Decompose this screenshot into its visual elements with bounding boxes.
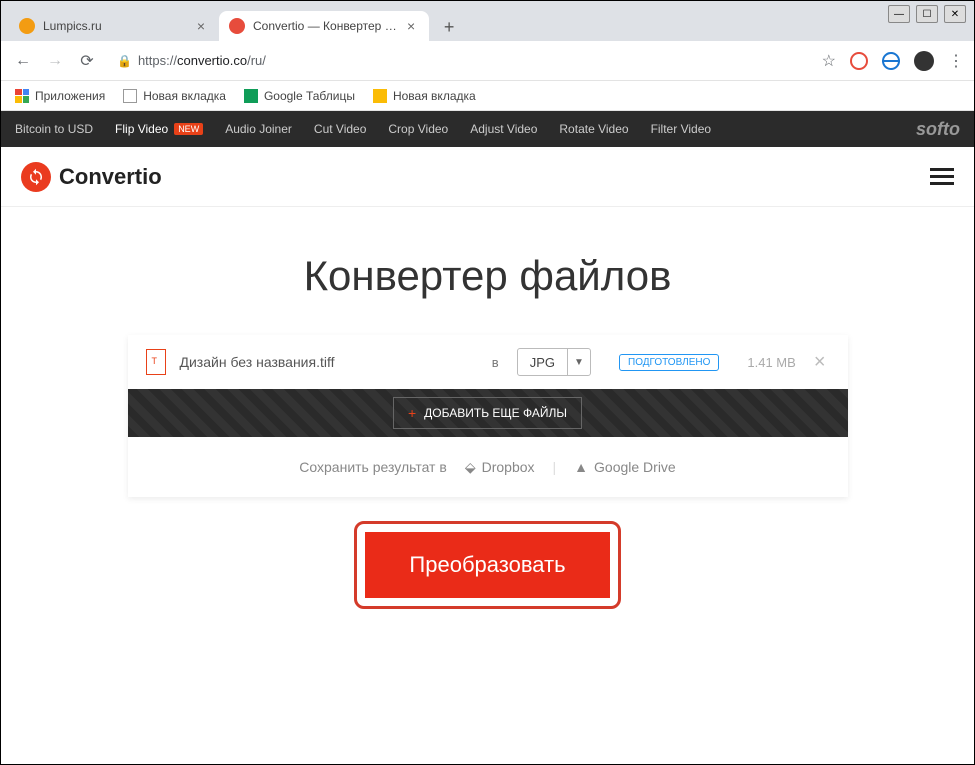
add-files-label: ДОБАВИТЬ ЕЩЕ ФАЙЛЫ bbox=[424, 406, 567, 420]
tiff-file-icon bbox=[146, 349, 166, 375]
dropbox-icon: ⬙ bbox=[465, 459, 476, 476]
dropbox-link[interactable]: ⬙ Dropbox bbox=[465, 459, 535, 476]
browser-tab-convertio[interactable]: Convertio — Конвертер файлов × bbox=[219, 11, 429, 41]
save-row: Сохранить результат в ⬙ Dropbox | ▲ Goog… bbox=[128, 437, 848, 497]
dropbox-label: Dropbox bbox=[482, 459, 535, 475]
url-protocol: https:// bbox=[138, 53, 177, 68]
addressbar-actions: ☆ ⋮ bbox=[822, 51, 964, 71]
close-icon[interactable]: × bbox=[193, 18, 209, 34]
gdrive-link[interactable]: ▲ Google Drive bbox=[574, 459, 676, 475]
url-path: /ru/ bbox=[247, 53, 266, 68]
apps-grid-icon bbox=[15, 89, 29, 103]
bookmark-item[interactable]: Новая вкладка bbox=[123, 89, 226, 103]
back-button[interactable]: ← bbox=[11, 49, 35, 73]
apps-label: Приложения bbox=[35, 89, 105, 103]
apps-button[interactable]: Приложения bbox=[15, 89, 105, 103]
favicon-icon bbox=[229, 18, 245, 34]
file-name: Дизайн без названия.tiff bbox=[180, 354, 478, 370]
close-icon[interactable]: × bbox=[403, 18, 419, 34]
utility-bar: Bitcoin to USD Flip Video NEW Audio Join… bbox=[1, 111, 974, 147]
add-more-row: + ДОБАВИТЬ ЕЩЕ ФАЙЛЫ bbox=[128, 389, 848, 437]
status-badge[interactable]: ПОДГОТОВЛЕНО bbox=[619, 354, 719, 371]
new-tab-button[interactable]: + bbox=[435, 13, 463, 41]
chevron-down-icon[interactable]: ▼ bbox=[568, 349, 590, 375]
menu-icon[interactable]: ⋮ bbox=[948, 51, 964, 71]
site-header: Convertio bbox=[1, 147, 974, 207]
logo-text: Convertio bbox=[59, 164, 162, 190]
new-badge: NEW bbox=[174, 123, 203, 135]
logo[interactable]: Convertio bbox=[21, 162, 162, 192]
gdrive-icon: ▲ bbox=[574, 459, 588, 475]
softo-logo: softo bbox=[916, 119, 960, 140]
util-link[interactable]: Crop Video bbox=[388, 122, 448, 136]
browser-tabs-bar: Lumpics.ru × Convertio — Конвертер файло… bbox=[1, 1, 974, 41]
page-icon bbox=[123, 89, 137, 103]
sheets-icon bbox=[244, 89, 258, 103]
in-label: в bbox=[492, 355, 499, 370]
util-link[interactable]: Adjust Video bbox=[470, 122, 537, 136]
favicon-icon bbox=[19, 18, 35, 34]
file-row: Дизайн без названия.tiff в JPG ▼ ПОДГОТО… bbox=[128, 335, 848, 389]
util-link[interactable]: Audio Joiner bbox=[225, 122, 292, 136]
maximize-button[interactable]: ☐ bbox=[916, 5, 938, 23]
bookmarks-bar: Приложения Новая вкладка Google Таблицы … bbox=[1, 81, 974, 111]
bookmark-item[interactable]: Google Таблицы bbox=[244, 89, 355, 103]
bookmark-item[interactable]: Новая вкладка bbox=[373, 89, 476, 103]
file-size: 1.41 MB bbox=[747, 355, 795, 370]
browser-tab-lumpics[interactable]: Lumpics.ru × bbox=[9, 11, 219, 41]
add-files-button[interactable]: + ДОБАВИТЬ ЕЩЕ ФАЙЛЫ bbox=[393, 397, 582, 429]
bookmark-star-icon[interactable]: ☆ bbox=[822, 51, 836, 71]
util-link[interactable]: Cut Video bbox=[314, 122, 366, 136]
forward-button[interactable]: → bbox=[43, 49, 67, 73]
gdrive-label: Google Drive bbox=[594, 459, 676, 475]
address-bar: ← → ⟳ 🔒 https://convertio.co/ru/ ☆ ⋮ bbox=[1, 41, 974, 81]
util-link[interactable]: Rotate Video bbox=[559, 122, 628, 136]
convert-button[interactable]: Преобразовать bbox=[365, 532, 609, 598]
page-title: Конвертер файлов bbox=[1, 252, 974, 300]
plus-icon: + bbox=[408, 405, 416, 421]
menu-button[interactable] bbox=[930, 168, 954, 185]
format-value[interactable]: JPG bbox=[518, 349, 568, 375]
tab-title: Lumpics.ru bbox=[43, 19, 102, 33]
window-controls: — ☐ ✕ bbox=[888, 5, 966, 23]
util-link[interactable]: Bitcoin to USD bbox=[15, 122, 93, 136]
minimize-button[interactable]: — bbox=[888, 5, 910, 23]
url-input[interactable]: 🔒 https://convertio.co/ru/ bbox=[107, 47, 806, 75]
converter-card: Дизайн без названия.tiff в JPG ▼ ПОДГОТО… bbox=[128, 335, 848, 497]
bookmark-label: Новая вкладка bbox=[393, 89, 476, 103]
tab-title: Convertio — Конвертер файлов bbox=[253, 19, 403, 33]
convertio-logo-icon bbox=[21, 162, 51, 192]
convert-highlight: Преобразовать bbox=[354, 521, 620, 609]
url-host: convertio.co bbox=[177, 53, 247, 68]
divider: | bbox=[553, 459, 557, 475]
bookmark-label: Новая вкладка bbox=[143, 89, 226, 103]
extension-icon[interactable] bbox=[850, 52, 868, 70]
remove-file-button[interactable]: × bbox=[810, 351, 830, 374]
hero: Конвертер файлов bbox=[1, 207, 974, 335]
convert-wrap: Преобразовать bbox=[1, 521, 974, 609]
reload-button[interactable]: ⟳ bbox=[75, 49, 99, 73]
lock-icon: 🔒 bbox=[117, 54, 132, 68]
util-link[interactable]: Flip Video NEW bbox=[115, 122, 203, 136]
close-window-button[interactable]: ✕ bbox=[944, 5, 966, 23]
bookmark-label: Google Таблицы bbox=[264, 89, 355, 103]
util-link-label: Flip Video bbox=[115, 122, 168, 136]
globe-icon[interactable] bbox=[882, 52, 900, 70]
profile-avatar[interactable] bbox=[914, 51, 934, 71]
page-icon bbox=[373, 89, 387, 103]
save-label: Сохранить результат в bbox=[299, 459, 447, 475]
util-link[interactable]: Filter Video bbox=[651, 122, 711, 136]
format-select: JPG ▼ bbox=[517, 348, 591, 376]
